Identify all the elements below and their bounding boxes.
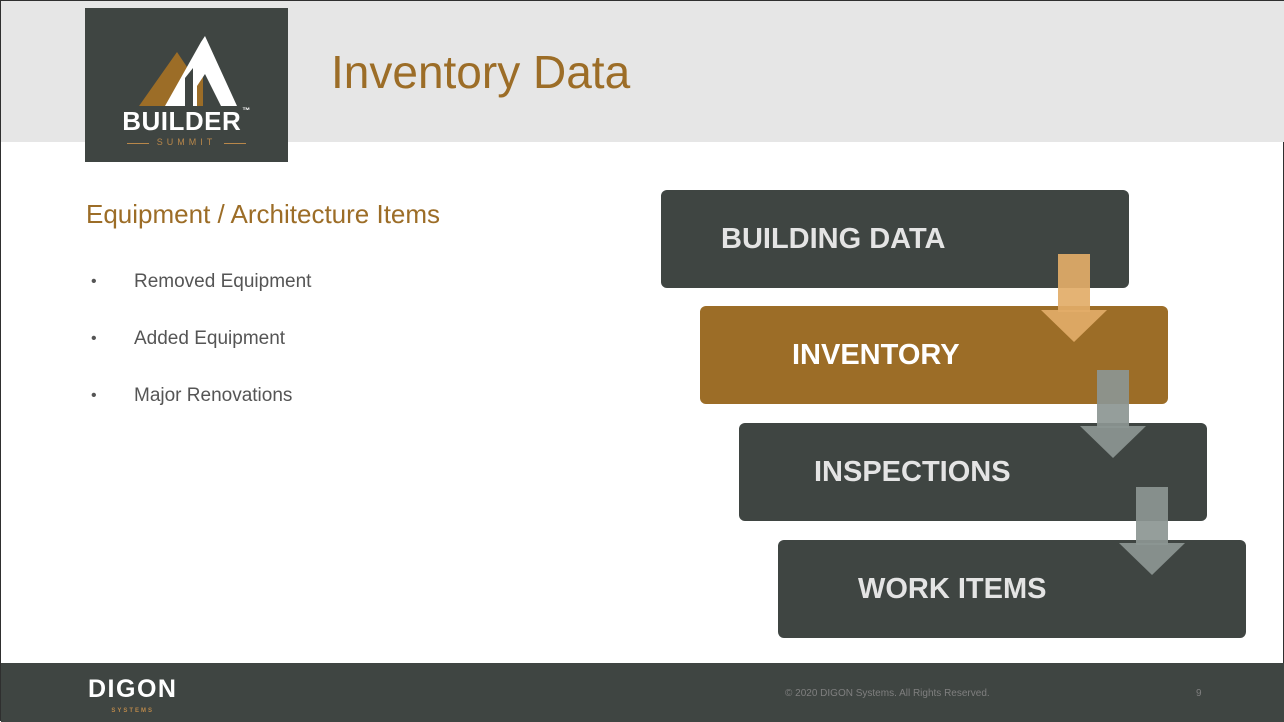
flow-step-label: INSPECTIONS — [814, 455, 1011, 488]
logo-wordmark: BUILDER™ — [122, 106, 251, 136]
mountain-logo-icon — [139, 36, 237, 106]
flow-step-label: BUILDING DATA — [721, 222, 946, 255]
copyright-text: © 2020 DIGON Systems. All Rights Reserve… — [785, 688, 990, 699]
logo-subtitle: SUMMIT — [156, 137, 217, 147]
bullet-text: Added Equipment — [134, 328, 286, 349]
digon-logo: DIGON SYSTEMS — [88, 675, 178, 714]
flow-step-label: WORK ITEMS — [858, 572, 1047, 605]
builder-summit-logo: BUILDER™ SUMMIT — [85, 8, 288, 162]
page-number: 9 — [1196, 688, 1202, 699]
digon-subtitle: SYSTEMS — [111, 708, 155, 714]
footer: DIGON SYSTEMS © 2020 DIGON Systems. All … — [1, 663, 1284, 722]
digon-wordmark: DIGON — [88, 675, 178, 703]
bullet-dot-icon: • — [91, 273, 97, 290]
bullet-dot-icon: • — [91, 387, 97, 404]
bullet-dot-icon: • — [91, 330, 97, 347]
logo-rule-right — [224, 143, 246, 144]
down-arrow-icon — [1041, 254, 1107, 342]
bullet-text: Major Renovations — [134, 385, 293, 406]
down-arrow-icon — [1080, 370, 1146, 458]
down-arrow-icon — [1119, 487, 1185, 575]
slide-title: Inventory Data — [331, 46, 631, 98]
section-heading: Equipment / Architecture Items — [86, 199, 441, 229]
bullet-text: Removed Equipment — [134, 271, 312, 292]
slide: BUILDER™ SUMMIT Inventory Data Equipment… — [0, 0, 1284, 722]
flow-step-label: INVENTORY — [792, 338, 960, 371]
